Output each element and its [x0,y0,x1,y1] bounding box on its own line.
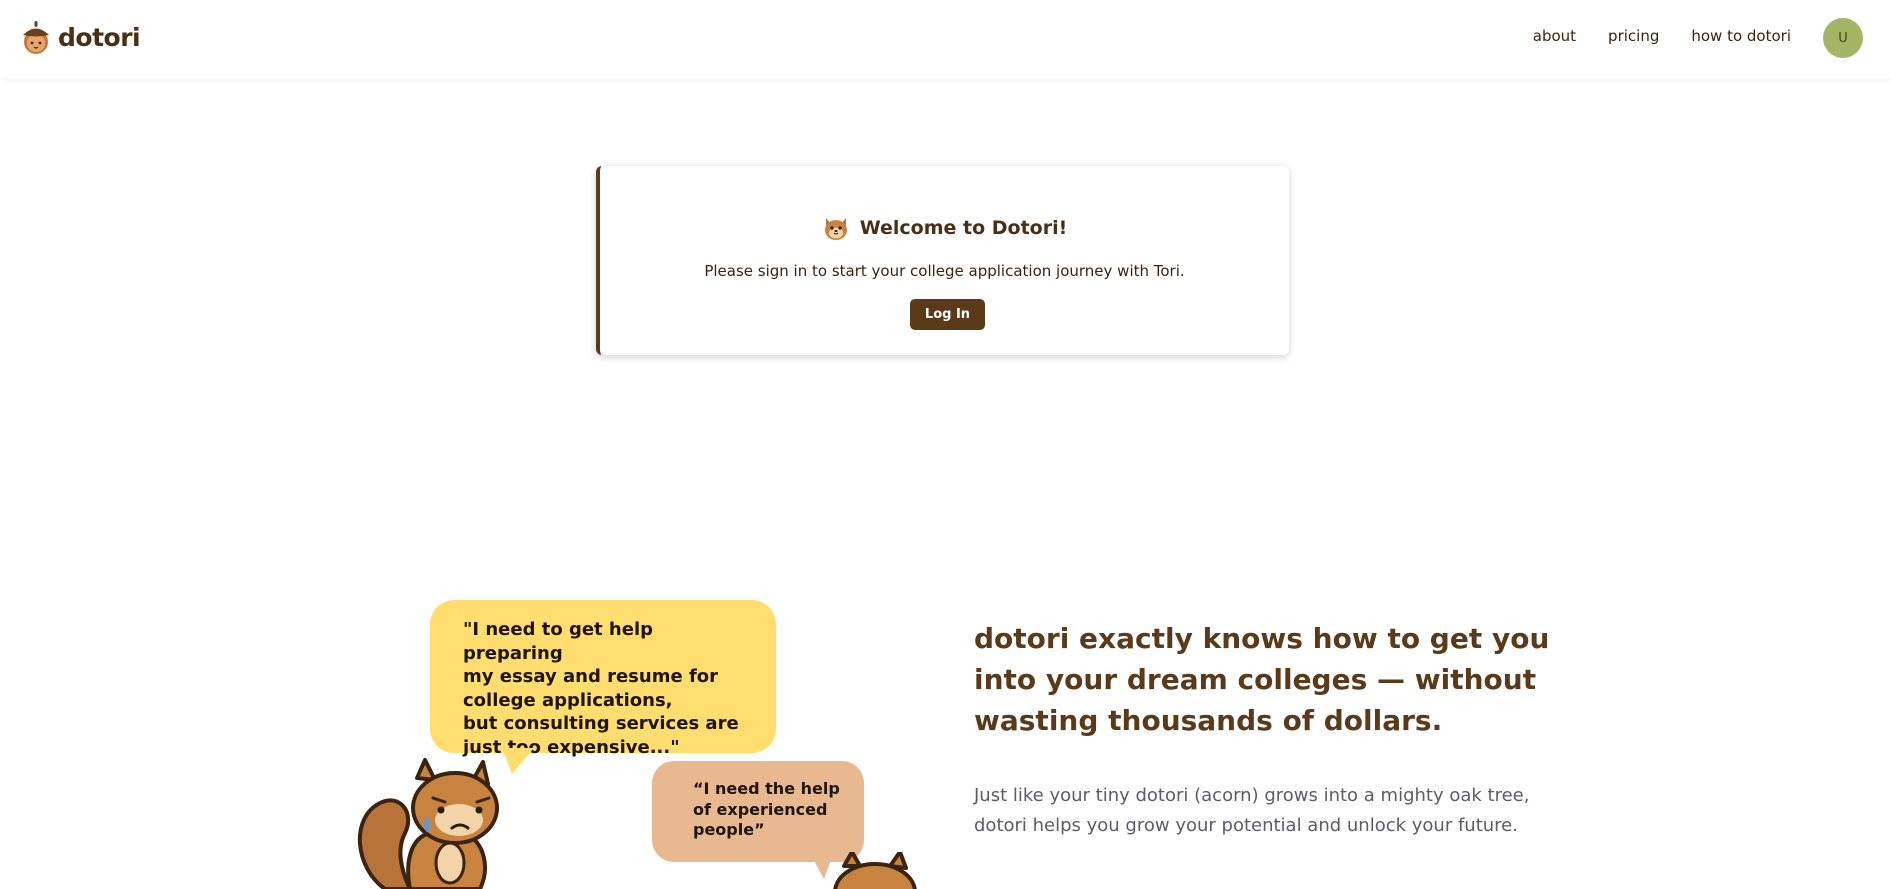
brand-name: dotori [58,22,141,52]
hero-heading: dotori exactly knows how to get you into… [974,622,1550,737]
speech-bubble-expensive: "I need to get help preparing my essay a… [430,600,776,758]
top-navbar: dotori about pricing how to dotori U [0,0,1891,78]
welcome-card: Welcome to Dotori! Please sign in to sta… [596,166,1289,355]
welcome-title: Welcome to Dotori! [859,217,1068,239]
main-nav: about pricing how to dotori [1533,27,1791,45]
hero-description: Just like your tiny dotori (acorn) grows… [974,785,1530,836]
squirrel-face-icon [824,218,847,240]
nav-pricing[interactable]: pricing [1608,27,1659,45]
acorn-logo-icon [23,21,49,54]
welcome-title-row: Welcome to Dotori! [600,214,1289,242]
speech-bubble-experienced-text: “I need the help of experienced people” [693,779,840,839]
worried-squirrel-illustration [357,758,499,889]
brand-home-link[interactable]: dotori [20,18,141,56]
nav-about[interactable]: about [1533,27,1576,45]
speech-bubble-tail [812,857,832,879]
speech-bubble-tail [502,748,534,774]
login-button[interactable]: Log In [910,299,985,330]
speech-bubble-expensive-text: "I need to get help preparing my essay a… [463,619,739,758]
speech-bubble-experienced: “I need the help of experienced people” [652,761,864,862]
welcome-subtitle: Please sign in to start your college app… [704,262,1185,280]
user-avatar[interactable]: U [1823,18,1863,58]
nav-how-to-dotori[interactable]: how to dotori [1691,27,1791,45]
squirrel-illustration [833,852,917,889]
